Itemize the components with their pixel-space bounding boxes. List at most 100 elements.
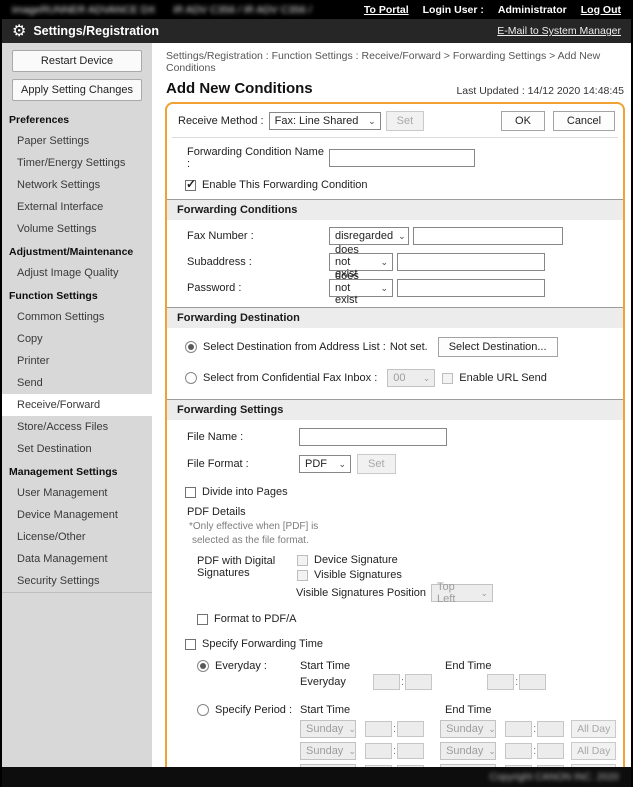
chevron-down-icon: ⌄	[380, 258, 388, 267]
all-day-button: All Day	[571, 720, 616, 738]
everyday-label: Everyday :	[215, 660, 267, 672]
subaddress-label: Subaddress :	[187, 256, 329, 268]
address-list-radio[interactable]	[185, 341, 197, 353]
divide-into-pages-checkbox[interactable]	[185, 487, 196, 498]
chevron-down-icon: ⌄	[398, 232, 406, 241]
ok-button[interactable]: OK	[501, 111, 545, 131]
period-start-minute-input	[397, 721, 424, 737]
password-input[interactable]	[397, 279, 545, 297]
sidebar-item-common-settings[interactable]: Common Settings	[2, 306, 152, 328]
email-system-manager-link[interactable]: E-Mail to System Manager	[497, 25, 621, 37]
sidebar: Restart Device Apply Setting Changes Pre…	[2, 43, 152, 767]
sidebar-section-header: Management Settings	[2, 460, 152, 482]
cancel-button[interactable]: Cancel	[553, 111, 615, 131]
sidebar-item-timer-energy-settings[interactable]: Timer/Energy Settings	[2, 152, 152, 174]
specify-period-row: Sunday ⌄ : Sunday ⌄	[300, 764, 623, 767]
sidebar-section-header: Function Settings	[2, 284, 152, 306]
specify-period-radio[interactable]	[197, 704, 209, 716]
file-name-input[interactable]	[299, 428, 447, 446]
sidebar-item-data-management[interactable]: Data Management	[2, 548, 152, 570]
sidebar-section-header: Preferences	[2, 108, 152, 130]
specify-period-row: Sunday ⌄ : Sunday ⌄	[300, 742, 623, 760]
chevron-down-icon: ⌄	[338, 460, 346, 469]
copyright-text: Copyright CANON INC. 2020	[490, 772, 620, 783]
forwarding-settings-header: Forwarding Settings	[167, 399, 623, 420]
confidential-inbox-select: 00 ⌄	[387, 369, 435, 387]
sidebar-item-store-access-files[interactable]: Store/Access Files	[2, 416, 152, 438]
format-pdfa-label: Format to PDF/A	[214, 613, 297, 625]
sidebar-item-send[interactable]: Send	[2, 372, 152, 394]
sidebar-item-license-other[interactable]: License/Other	[2, 526, 152, 548]
log-out-link[interactable]: Log Out	[581, 4, 621, 16]
restart-device-button[interactable]: Restart Device	[12, 50, 142, 72]
end-time-header: End Time	[445, 704, 491, 716]
sidebar-item-volume-settings[interactable]: Volume Settings	[2, 218, 152, 240]
login-user-label: Login User :	[423, 4, 484, 16]
everyday-end-hour-input	[487, 674, 514, 690]
enable-url-send-checkbox	[442, 373, 453, 384]
period-end-hour-input	[505, 765, 532, 767]
period-end-day-select: Sunday ⌄	[440, 720, 496, 738]
sidebar-item-device-management[interactable]: Device Management	[2, 504, 152, 526]
to-portal-link[interactable]: To Portal	[364, 4, 409, 16]
forwarding-destination-header: Forwarding Destination	[167, 307, 623, 328]
period-end-hour-input	[505, 721, 532, 737]
breadcrumb: Settings/Registration : Function Setting…	[166, 50, 625, 74]
period-start-hour-input	[365, 765, 392, 767]
chevron-down-icon: ⌄	[488, 747, 496, 756]
all-day-button: All Day	[571, 764, 616, 767]
enable-condition-checkbox[interactable]	[185, 180, 196, 191]
top-device-bar: imageRUNNER ADVANCE DX iR ADV C356 / iR …	[2, 0, 631, 19]
destination-not-set-text: Not set.	[390, 341, 428, 353]
apply-setting-changes-button[interactable]: Apply Setting Changes	[12, 79, 142, 101]
receive-method-select[interactable]: Fax: Line Shared ⌄	[269, 112, 381, 130]
fax-number-op-select[interactable]: disregarded ⌄	[329, 227, 409, 245]
footer-bar: Copyright CANON INC. 2020	[2, 767, 631, 787]
page-title: Add New Conditions	[166, 80, 313, 97]
period-end-minute-input	[537, 721, 564, 737]
fax-number-input[interactable]	[413, 227, 563, 245]
sidebar-item-network-settings[interactable]: Network Settings	[2, 174, 152, 196]
file-format-select[interactable]: PDF ⌄	[299, 455, 351, 473]
sidebar-item-adjust-image-quality[interactable]: Adjust Image Quality	[2, 262, 152, 284]
gear-icon: ⚙	[12, 21, 26, 41]
period-start-day-select: Sunday ⌄	[300, 720, 356, 738]
all-day-button: All Day	[571, 742, 616, 760]
password-op-select[interactable]: does not exist ⌄	[329, 279, 393, 297]
sidebar-item-external-interface[interactable]: External Interface	[2, 196, 152, 218]
sidebar-item-printer[interactable]: Printer	[2, 350, 152, 372]
specify-forwarding-time-label: Specify Forwarding Time	[202, 638, 323, 650]
everyday-radio[interactable]	[197, 660, 209, 672]
everyday-end-minute-input	[519, 674, 546, 690]
everyday-row-label: Everyday	[300, 676, 362, 688]
confidential-inbox-radio[interactable]	[185, 372, 197, 384]
condition-name-label: Forwarding Condition Name :	[187, 146, 329, 170]
receive-method-label: Receive Method :	[178, 115, 264, 127]
end-time-header: End Time	[445, 660, 491, 672]
pdf-details-note: *Only effective when [PDF] is selected a…	[167, 519, 623, 550]
period-end-day-select: Sunday ⌄	[440, 764, 496, 767]
login-user-value: Administrator	[498, 4, 567, 16]
sidebar-item-security-settings[interactable]: Security Settings	[2, 570, 152, 592]
last-updated: Last Updated : 14/12 2020 14:48:45	[456, 85, 624, 97]
file-format-label: File Format :	[187, 458, 299, 470]
condition-name-input[interactable]	[329, 149, 475, 167]
period-end-minute-input	[537, 765, 564, 767]
everyday-start-minute-input	[405, 674, 432, 690]
specify-forwarding-time-checkbox[interactable]	[185, 639, 196, 650]
select-destination-button[interactable]: Select Destination...	[438, 337, 558, 357]
subaddress-input[interactable]	[397, 253, 545, 271]
confidential-inbox-label: Select from Confidential Fax Inbox :	[203, 372, 377, 384]
sidebar-item-user-management[interactable]: User Management	[2, 482, 152, 504]
subaddress-op-select[interactable]: does not exist ⌄	[329, 253, 393, 271]
sidebar-item-receive-forward[interactable]: Receive/Forward	[2, 394, 152, 416]
visible-signatures-position-label: Visible Signatures Position	[296, 587, 426, 599]
specify-period-rows: Sunday ⌄ : Sunday ⌄	[167, 720, 623, 767]
period-start-hour-input	[365, 743, 392, 759]
sidebar-item-paper-settings[interactable]: Paper Settings	[2, 130, 152, 152]
sidebar-item-copy[interactable]: Copy	[2, 328, 152, 350]
sidebar-item-set-destination[interactable]: Set Destination	[2, 438, 152, 460]
period-start-hour-input	[365, 721, 392, 737]
format-pdfa-checkbox[interactable]	[197, 614, 208, 625]
chevron-down-icon: ⌄	[348, 725, 356, 734]
